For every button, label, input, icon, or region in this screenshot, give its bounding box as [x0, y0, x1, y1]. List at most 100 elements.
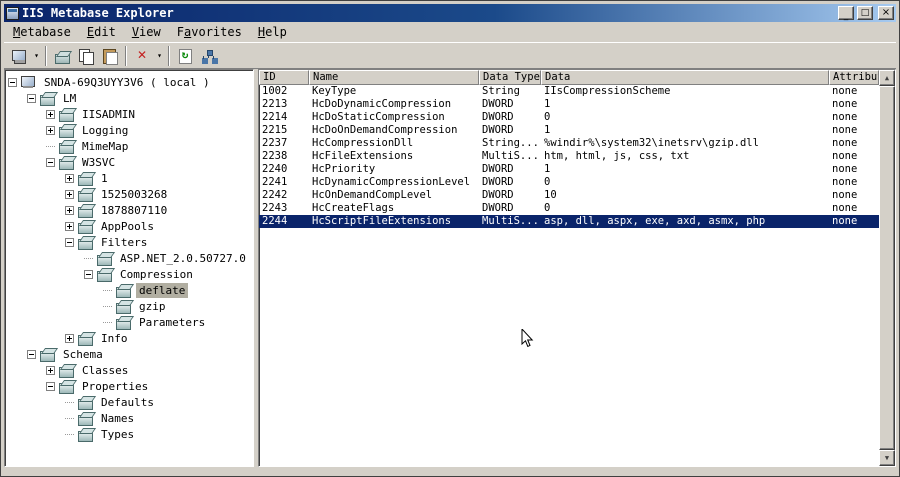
- menu-help[interactable]: Help: [250, 23, 295, 42]
- tree-item-parameters[interactable]: Parameters: [8, 314, 253, 330]
- cell-id: 1002: [262, 85, 288, 97]
- close-button[interactable]: ×: [878, 6, 894, 20]
- collapse-toggle[interactable]: [84, 269, 93, 279]
- menu-favorites[interactable]: Favorites: [169, 23, 250, 42]
- tree-item-gzip[interactable]: gzip: [8, 298, 253, 314]
- collapse-toggle[interactable]: [65, 237, 74, 247]
- delete-dropdown[interactable]: ▾: [154, 45, 165, 67]
- cell-data: 0: [544, 111, 551, 123]
- expand-toggle[interactable]: [65, 173, 74, 183]
- delete-button[interactable]: [130, 45, 154, 67]
- cell-name: HcOnDemandCompLevel: [312, 189, 433, 201]
- list-row-1002[interactable]: 1002 KeyType String IIsCompressionScheme non…: [259, 85, 879, 98]
- tree-item-info[interactable]: Info: [8, 330, 253, 346]
- vertical-scrollbar[interactable]: ▲ ▼: [879, 70, 895, 466]
- column-header-attributes[interactable]: Attributes: [829, 70, 879, 85]
- tree-view[interactable]: SNDA-69Q3UYY3V6 ( local ) LM IISADMIN Loggi…: [4, 69, 254, 467]
- list-header: IDNameData TypeDataAttributes: [259, 70, 879, 85]
- tree-item-label: Names: [101, 411, 135, 425]
- connect-dropdown[interactable]: ▾: [31, 45, 42, 67]
- paste-button[interactable]: [98, 45, 122, 67]
- menu-edit[interactable]: Edit: [79, 23, 124, 42]
- tree-item-1525003268[interactable]: 1525003268: [8, 186, 253, 202]
- tree-item-1[interactable]: 1: [8, 170, 253, 186]
- list-row-2213[interactable]: 2213 HcDoDynamicCompression DWORD 1 none: [259, 98, 879, 111]
- expand-toggle[interactable]: [65, 189, 74, 199]
- list-row-2240[interactable]: 2240 HcPriority DWORD 1 none: [259, 163, 879, 176]
- tree-item-iisadmin[interactable]: IISADMIN: [8, 106, 253, 122]
- cell-data: 10: [544, 189, 557, 201]
- scroll-down-button[interactable]: ▼: [879, 450, 895, 466]
- menu-metabase[interactable]: Metabase: [5, 23, 79, 42]
- key-icon: [78, 171, 95, 186]
- tree-item-mimemap[interactable]: MimeMap: [8, 138, 253, 154]
- minimize-button[interactable]: _: [838, 6, 854, 21]
- cell-id: 2237: [262, 137, 288, 149]
- new-key-button[interactable]: [50, 45, 74, 67]
- key-icon: [97, 251, 114, 266]
- list-row-2237[interactable]: 2237 HcCompressionDll String... %windir%\sy…: [259, 137, 879, 150]
- key-icon: [59, 363, 76, 378]
- connect-button[interactable]: [7, 45, 31, 67]
- tree-item-filters[interactable]: Filters: [8, 234, 253, 250]
- key-icon: [59, 155, 76, 170]
- tree-item-deflate[interactable]: deflate: [8, 282, 253, 298]
- tree-item-label: 1525003268: [101, 187, 168, 201]
- tree-item-compression[interactable]: Compression: [8, 266, 253, 282]
- tree-item-classes[interactable]: Classes: [8, 362, 253, 378]
- list-row-2241[interactable]: 2241 HcDynamicCompressionLevel DWORD 0 none: [259, 176, 879, 189]
- expand-toggle[interactable]: [46, 109, 55, 119]
- menu-view[interactable]: View: [124, 23, 169, 42]
- copy-button[interactable]: [74, 45, 98, 67]
- list-row-2242[interactable]: 2242 HcOnDemandCompLevel DWORD 10 none: [259, 189, 879, 202]
- column-header-name[interactable]: Name: [309, 70, 479, 85]
- expand-toggle[interactable]: [65, 221, 74, 231]
- cell-name: HcCreateFlags: [312, 202, 395, 214]
- app-icon[interactable]: [6, 6, 19, 20]
- tree-item-types[interactable]: Types: [8, 426, 253, 442]
- expand-toggle[interactable]: [65, 333, 74, 343]
- tree-item-label: gzip: [139, 299, 166, 313]
- tree-item-names[interactable]: Names: [8, 410, 253, 426]
- tree-item-label: AppPools: [101, 219, 154, 233]
- scroll-up-button[interactable]: ▲: [879, 70, 895, 86]
- list-row-2243[interactable]: 2243 HcCreateFlags DWORD 0 none: [259, 202, 879, 215]
- collapse-toggle[interactable]: [46, 157, 55, 167]
- tree-item-defaults[interactable]: Defaults: [8, 394, 253, 410]
- column-header-data-type[interactable]: Data Type: [479, 70, 541, 85]
- cell-id: 2243: [262, 202, 288, 214]
- list-body[interactable]: 1002 KeyType String IIsCompressionScheme non…: [259, 85, 879, 466]
- column-header-id[interactable]: ID: [259, 70, 309, 85]
- list-row-2238[interactable]: 2238 HcFileExtensions MultiS... htm, html, …: [259, 150, 879, 163]
- tree-item-apppools[interactable]: AppPools: [8, 218, 253, 234]
- tree-item-1878807110[interactable]: 1878807110: [8, 202, 253, 218]
- expand-toggle[interactable]: [46, 365, 55, 375]
- title-bar[interactable]: IIS Metabase Explorer _ □ ×: [4, 4, 896, 22]
- tree-item-w3svc[interactable]: W3SVC: [8, 154, 253, 170]
- list-row-2214[interactable]: 2214 HcDoStaticCompression DWORD 0 none: [259, 111, 879, 124]
- tree-item-properties[interactable]: Properties: [8, 378, 253, 394]
- view-tree-button[interactable]: [197, 45, 221, 67]
- column-header-data[interactable]: Data: [541, 70, 829, 85]
- expand-toggle[interactable]: [46, 125, 55, 135]
- collapse-toggle[interactable]: [46, 381, 55, 391]
- refresh-button[interactable]: [173, 45, 197, 67]
- collapse-toggle[interactable]: [8, 77, 17, 87]
- cell-attributes: none: [832, 137, 858, 149]
- cell-attributes: none: [832, 124, 858, 136]
- tree-item-schema[interactable]: Schema: [8, 346, 253, 362]
- maximize-button[interactable]: □: [857, 6, 873, 20]
- list-row-2244[interactable]: 2244 HcScriptFileExtensions MultiS... asp, …: [259, 215, 879, 228]
- tree-item-snda-69q3uyy3v6-local[interactable]: SNDA-69Q3UYY3V6 ( local ): [8, 74, 253, 90]
- tree-item-logging[interactable]: Logging: [8, 122, 253, 138]
- key-icon: [78, 427, 95, 442]
- cell-name: HcScriptFileExtensions: [312, 215, 452, 227]
- tree-item-lm[interactable]: LM: [8, 90, 253, 106]
- collapse-toggle[interactable]: [27, 93, 36, 103]
- tree-item-asp-net-2-0-50727-0[interactable]: ASP.NET_2.0.50727.0: [8, 250, 253, 266]
- expand-toggle[interactable]: [65, 205, 74, 215]
- list-row-2215[interactable]: 2215 HcDoOnDemandCompression DWORD 1 none: [259, 124, 879, 137]
- scroll-thumb[interactable]: [879, 86, 895, 450]
- cell-data-type: DWORD: [482, 202, 514, 214]
- collapse-toggle[interactable]: [27, 349, 36, 359]
